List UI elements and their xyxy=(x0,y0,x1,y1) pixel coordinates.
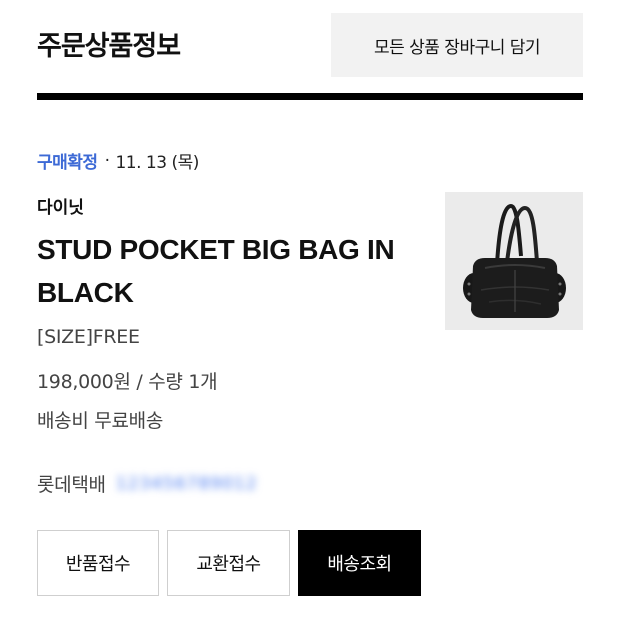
carrier-name: 롯데택배 xyxy=(37,474,106,496)
order-status-date: 11. 13 (목) xyxy=(115,153,199,173)
product-option: [SIZE]FREE xyxy=(37,326,140,348)
black-tote-bag-image xyxy=(463,203,566,318)
product-thumbnail[interactable] xyxy=(445,192,583,330)
order-status-line: 구매확정 · 11. 13 (목) xyxy=(37,148,199,174)
status-separator: · xyxy=(104,150,110,171)
track-delivery-button[interactable]: 배송조회 xyxy=(298,530,421,596)
order-status-label: 구매확정 xyxy=(37,153,98,173)
add-all-to-cart-button[interactable]: 모든 상품 장바구니 담기 xyxy=(331,13,583,77)
page-title: 주문상품정보 xyxy=(37,31,181,62)
product-price-quantity: 198,000원 / 수량 1개 xyxy=(37,371,218,393)
delivery-carrier-row: 롯데택배 123456789012 xyxy=(37,470,258,497)
tracking-number[interactable]: 123456789012 xyxy=(116,474,258,494)
header-divider xyxy=(37,93,583,100)
order-product-info-page: 주문상품정보 모든 상품 장바구니 담기 구매확정 · 11. 13 (목) 다… xyxy=(0,0,620,620)
exchange-request-button[interactable]: 교환접수 xyxy=(167,530,290,596)
product-name[interactable]: STUD POCKET BIG BAG IN BLACK xyxy=(37,228,417,314)
shipping-fee: 배송비 무료배송 xyxy=(37,410,164,432)
return-request-button[interactable]: 반품접수 xyxy=(37,530,159,596)
brand-name[interactable]: 다이닛 xyxy=(37,193,84,218)
